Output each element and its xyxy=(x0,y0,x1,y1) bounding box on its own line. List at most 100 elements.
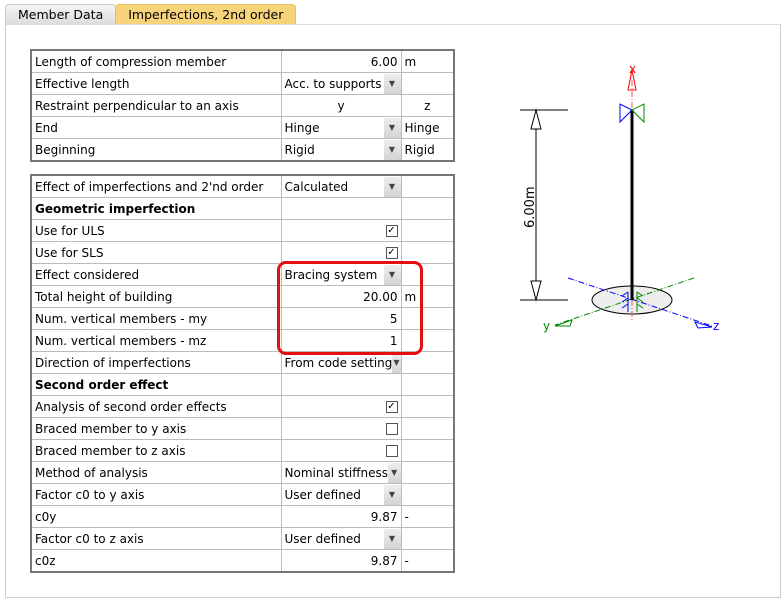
highlight-box xyxy=(277,261,423,355)
table-row: Factor c0 to z axis User defined ▼ xyxy=(30,527,455,550)
label-text: Factor c0 to z axis xyxy=(35,531,144,546)
chevron-down-icon[interactable]: ▼ xyxy=(388,462,400,483)
tab-member-data[interactable]: Member Data xyxy=(5,4,117,24)
z-axis-label: z xyxy=(713,319,719,333)
number-input[interactable]: 9.87 xyxy=(280,549,402,573)
table-row: Method of analysis Nominal stiffness ▼ xyxy=(30,461,455,484)
row-label: Num. vertical members - my xyxy=(30,307,282,330)
row-label: Effect considered xyxy=(30,263,282,286)
table-row: Braced member to z axis xyxy=(30,439,455,462)
dimension-label: 6.00m xyxy=(523,186,538,228)
hinge-y-icon xyxy=(619,103,633,124)
row-label: c0y xyxy=(30,505,282,528)
row-label: Method of analysis xyxy=(30,461,282,484)
beginning-y-select[interactable]: Rigid ▼ xyxy=(280,138,402,162)
tab-bar: Member Data Imperfections, 2nd order xyxy=(5,4,297,24)
checkbox-cell: ✓ xyxy=(280,395,402,418)
table-row: Braced member to y axis xyxy=(30,417,455,440)
chevron-down-icon[interactable]: ▼ xyxy=(383,73,400,94)
select-value: User defined xyxy=(284,487,361,502)
empty-cell xyxy=(400,527,455,550)
select-value: Acc. to supports xyxy=(284,76,382,91)
unit: - xyxy=(400,549,455,573)
select-value: Calculated xyxy=(284,179,349,194)
y-axis-label: y xyxy=(543,319,550,333)
chevron-down-icon[interactable]: ▼ xyxy=(383,484,400,505)
chevron-down-icon[interactable]: ▼ xyxy=(383,528,400,549)
label-text: Use for ULS xyxy=(35,223,105,238)
table-row: Factor c0 to y axis User defined ▼ xyxy=(30,483,455,506)
label-text: Effect considered xyxy=(35,267,140,282)
empty-cell xyxy=(400,483,455,506)
select-field[interactable]: User defined ▼ xyxy=(280,483,402,506)
row-label: End xyxy=(30,116,282,139)
empty-cell xyxy=(400,197,455,220)
empty-cell xyxy=(400,373,455,396)
unit: - xyxy=(400,505,455,528)
table-row: c0y 9.87- xyxy=(30,505,455,528)
chevron-down-icon[interactable]: ▼ xyxy=(392,352,400,373)
chevron-down-icon[interactable]: ▼ xyxy=(383,117,400,138)
chevron-down-icon[interactable]: ▼ xyxy=(383,176,400,197)
chevron-down-icon[interactable]: ▼ xyxy=(383,139,400,160)
label-text: Braced member to z axis xyxy=(35,443,186,458)
row-label: Second order effect xyxy=(30,373,282,396)
tab-imperfections[interactable]: Imperfections, 2nd order xyxy=(115,4,297,24)
checkbox[interactable]: ✓ xyxy=(385,225,398,237)
checkbox[interactable] xyxy=(385,445,398,457)
imperfection-table: Effect of imperfections and 2'nd order Ca… xyxy=(30,174,455,573)
label-text: c0z xyxy=(35,553,56,568)
end-z-select[interactable]: Hinge xyxy=(400,116,455,139)
table-row: Use for ULS ✓ xyxy=(30,219,455,242)
label-text: Total height of building xyxy=(35,289,173,304)
end-y-select[interactable]: Hinge ▼ xyxy=(280,116,402,139)
row-label: Beginning xyxy=(30,138,282,162)
select-value: Nominal stiffness xyxy=(284,465,389,480)
select-field[interactable]: Nominal stiffness ▼ xyxy=(280,461,402,484)
select-value: Hinge xyxy=(404,120,440,135)
empty-cell xyxy=(400,72,455,95)
select-value: Rigid xyxy=(284,142,315,157)
checkbox-cell: ✓ xyxy=(280,219,402,242)
beginning-z-select[interactable]: Rigid xyxy=(400,138,455,162)
row-label: Effective length xyxy=(30,72,282,95)
member-table: Length of compression member 6.00 m Effect… xyxy=(30,49,455,162)
empty-cell xyxy=(400,439,455,462)
row-label: Geometric imperfection xyxy=(30,197,282,220)
row-label: Braced member to z axis xyxy=(30,439,282,462)
unit: m xyxy=(400,49,455,73)
label-text: Factor c0 to y axis xyxy=(35,487,145,502)
row-label: Restraint perpendicular to an axis xyxy=(30,94,282,117)
label-text: Direction of imperfections xyxy=(35,355,191,370)
label-text: Braced member to y axis xyxy=(35,421,187,436)
section-header: Geometric imperfection xyxy=(35,201,196,216)
col-y-header: y xyxy=(280,94,402,117)
table-row: Second order effect xyxy=(30,373,455,396)
label-text: Method of analysis xyxy=(35,465,148,480)
row-label: Factor c0 to z axis xyxy=(30,527,282,550)
section-header: Second order effect xyxy=(35,377,169,392)
empty-cell xyxy=(280,197,402,220)
z-arrow-icon xyxy=(694,321,713,329)
label-text: Use for SLS xyxy=(35,245,104,260)
select-field[interactable]: Calculated ▼ xyxy=(280,174,402,198)
checkbox[interactable] xyxy=(385,423,398,435)
select-field[interactable]: User defined ▼ xyxy=(280,527,402,550)
row-label: Use for SLS xyxy=(30,241,282,264)
table-row: Effect of imperfections and 2'nd order Ca… xyxy=(30,174,455,198)
checkbox-cell xyxy=(280,417,402,440)
number-input[interactable]: 9.87 xyxy=(280,505,402,528)
x-axis-label: x xyxy=(629,62,636,76)
empty-cell xyxy=(400,174,455,198)
empty-cell xyxy=(400,219,455,242)
length-input[interactable]: 6.00 xyxy=(280,49,402,73)
member-drawing: 6.00m x y z xyxy=(520,62,719,333)
row-label: Factor c0 to y axis xyxy=(30,483,282,506)
row-label: Braced member to y axis xyxy=(30,417,282,440)
checkbox[interactable]: ✓ xyxy=(385,247,398,259)
empty-cell xyxy=(280,373,402,396)
checkbox[interactable]: ✓ xyxy=(385,401,398,413)
effective-length-select[interactable]: Acc. to supports ▼ xyxy=(280,72,402,95)
row-label: Length of compression member xyxy=(30,49,282,73)
empty-cell xyxy=(400,395,455,418)
